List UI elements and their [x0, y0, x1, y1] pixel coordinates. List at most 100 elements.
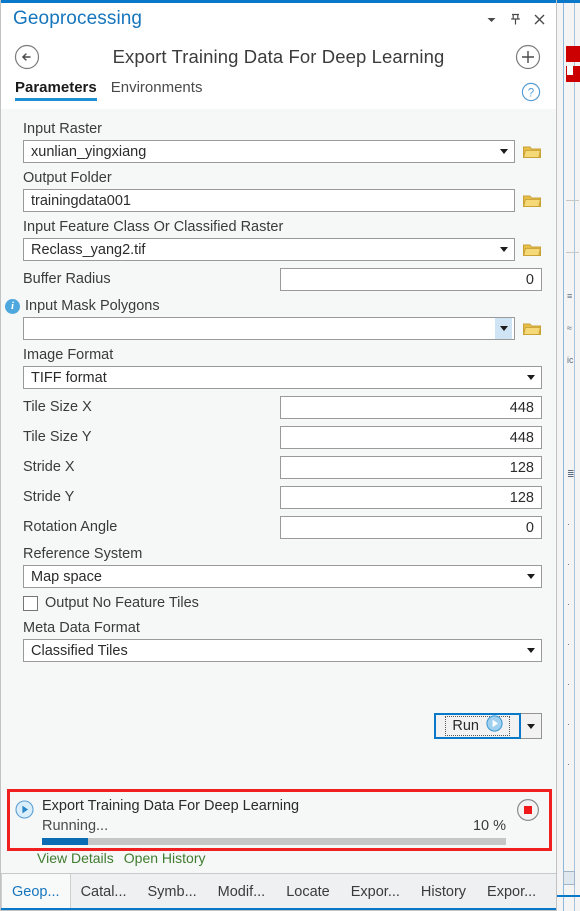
- stride-x-input[interactable]: 128: [280, 456, 542, 479]
- image-format-select[interactable]: TIFF format: [23, 366, 542, 389]
- background-bottom-chip: [563, 871, 575, 885]
- geoprocessing-panel: Geoprocessing Export Training Data For D…: [0, 0, 557, 911]
- play-circle-icon[interactable]: [15, 800, 34, 824]
- help-icon[interactable]: ?: [520, 81, 542, 103]
- chevron-down-icon[interactable]: [522, 367, 539, 388]
- output-no-feature-tiles-row[interactable]: Output No Feature Tiles: [23, 595, 542, 611]
- close-icon[interactable]: [528, 8, 550, 30]
- job-percent-text: 10 %: [472, 818, 506, 834]
- parameter-input-feature-class: Input Feature Class Or Classified Raster…: [23, 219, 542, 261]
- background-glyph: ≈: [567, 323, 572, 333]
- label-image-format: Image Format: [23, 347, 114, 363]
- parameter-meta-data-format: Meta Data Format Classified Tiles: [23, 620, 542, 662]
- parameter-stride-x: Stride X 128: [23, 456, 542, 479]
- tab-environments[interactable]: Environments: [111, 79, 203, 101]
- job-status-main: Export Training Data For Deep Learning R…: [42, 798, 506, 845]
- job-status-area: Export Training Data For Deep Learning R…: [1, 790, 556, 866]
- tile-size-y-input[interactable]: 448: [280, 426, 542, 449]
- bottom-tab-history[interactable]: History: [411, 874, 477, 910]
- progress-bar: [42, 838, 506, 845]
- background-red-marker-top: [566, 46, 580, 62]
- panel-tabstrip: Parameters Environments ?: [1, 79, 556, 109]
- progress-bar-fill: [42, 838, 89, 845]
- chevron-down-icon: [527, 723, 535, 729]
- parameter-tile-size-x: Tile Size X 448: [23, 396, 542, 419]
- job-links: View Details Open History: [37, 850, 556, 866]
- run-dropdown-button[interactable]: [521, 713, 542, 739]
- chevron-down-icon[interactable]: [495, 141, 512, 162]
- background-marker-chip: [567, 66, 573, 75]
- pin-icon[interactable]: [504, 8, 526, 30]
- chevron-down-icon[interactable]: [495, 318, 512, 339]
- label-stride-x: Stride X: [23, 459, 75, 475]
- buffer-radius-input[interactable]: 0: [280, 268, 542, 291]
- play-icon: [486, 715, 503, 737]
- job-state-text: Running...: [42, 818, 109, 834]
- back-arrow-icon[interactable]: [13, 43, 41, 71]
- tile-size-x-input[interactable]: 448: [280, 396, 542, 419]
- label-reference-system: Reference System: [23, 546, 143, 562]
- chevron-down-icon[interactable]: [522, 640, 539, 661]
- stride-y-input[interactable]: 128: [280, 486, 542, 509]
- job-progress-row: Running... 10 %: [42, 818, 506, 834]
- chevron-down-icon[interactable]: [495, 239, 512, 260]
- background-glyph: ≡: [567, 291, 573, 301]
- bottom-tab-locate[interactable]: Locate: [276, 874, 341, 910]
- tile-size-x-value: 448: [509, 399, 534, 416]
- bottom-tab-export-1[interactable]: Expor...: [341, 874, 411, 910]
- bottom-tab-symbology[interactable]: Symb...: [138, 874, 208, 910]
- reference-system-select[interactable]: Map space: [23, 565, 542, 588]
- panel-titlebar: Geoprocessing: [1, 3, 556, 35]
- label-rotation-angle: Rotation Angle: [23, 519, 118, 535]
- tool-header: Export Training Data For Deep Learning: [1, 35, 556, 79]
- browse-folder-icon[interactable]: [522, 142, 542, 162]
- parameter-tile-size-y: Tile Size Y 448: [23, 426, 542, 449]
- tile-size-y-value: 448: [509, 429, 534, 446]
- svg-text:?: ?: [528, 87, 534, 99]
- bottom-tab-catalog[interactable]: Catal...: [71, 874, 138, 910]
- reference-system-value: Map space: [31, 568, 102, 585]
- stride-x-value: 128: [509, 459, 534, 476]
- browse-folder-icon[interactable]: [522, 319, 542, 339]
- background-panel-edge: [574, 3, 575, 911]
- chevron-down-icon[interactable]: [480, 8, 502, 30]
- meta-data-format-value: Classified Tiles: [31, 642, 128, 659]
- bottom-tab-geoprocessing[interactable]: Geop...: [1, 874, 71, 910]
- info-icon[interactable]: i: [5, 299, 20, 314]
- parameter-image-format: Image Format TIFF format: [23, 347, 542, 389]
- output-folder-value: trainingdata001: [31, 192, 131, 209]
- input-feature-class-value: Reclass_yang2.tif: [31, 241, 146, 258]
- background-glyph: ·: [567, 519, 570, 529]
- meta-data-format-select[interactable]: Classified Tiles: [23, 639, 542, 662]
- input-feature-class-combobox[interactable]: Reclass_yang2.tif: [23, 238, 515, 261]
- output-folder-input[interactable]: trainingdata001: [23, 189, 515, 212]
- open-history-link[interactable]: Open History: [124, 850, 206, 866]
- input-mask-polygons-combobox[interactable]: [23, 317, 515, 340]
- run-button[interactable]: Run: [434, 713, 521, 739]
- label-input-feature-class: Input Feature Class Or Classified Raster: [23, 219, 284, 235]
- bottom-tab-modify[interactable]: Modif...: [208, 874, 277, 910]
- background-glyph: ·: [567, 599, 570, 609]
- tab-parameters[interactable]: Parameters: [15, 79, 97, 101]
- parameter-stride-y: Stride Y 128: [23, 486, 542, 509]
- background-accent-rule: [557, 0, 580, 3]
- browse-folder-icon[interactable]: [522, 240, 542, 260]
- input-raster-combobox[interactable]: xunlian_yingxiang: [23, 140, 515, 163]
- stride-y-value: 128: [509, 489, 534, 506]
- parameter-rotation-angle: Rotation Angle 0: [23, 516, 542, 539]
- bottom-tabbar: Geop... Catal... Symb... Modif... Locate…: [1, 873, 556, 910]
- rotation-angle-value: 0: [525, 519, 534, 536]
- parameter-reference-system: Reference System Map space: [23, 546, 542, 588]
- rotation-angle-input[interactable]: 0: [280, 516, 542, 539]
- chevron-down-icon[interactable]: [522, 566, 539, 587]
- tool-title: Export Training Data For Deep Learning: [112, 46, 445, 67]
- output-no-feature-tiles-checkbox[interactable]: [23, 595, 38, 611]
- stop-icon[interactable]: [516, 798, 540, 822]
- browse-folder-icon[interactable]: [522, 191, 542, 211]
- view-details-link[interactable]: View Details: [37, 850, 114, 866]
- label-input-raster: Input Raster: [23, 121, 102, 137]
- plus-icon[interactable]: [514, 43, 542, 71]
- bottom-tab-export-2[interactable]: Expor...: [477, 874, 547, 910]
- background-application-strip: ≡ ≈ ic ≣ · · · · · · ·: [556, 0, 580, 911]
- label-meta-data-format: Meta Data Format: [23, 620, 140, 636]
